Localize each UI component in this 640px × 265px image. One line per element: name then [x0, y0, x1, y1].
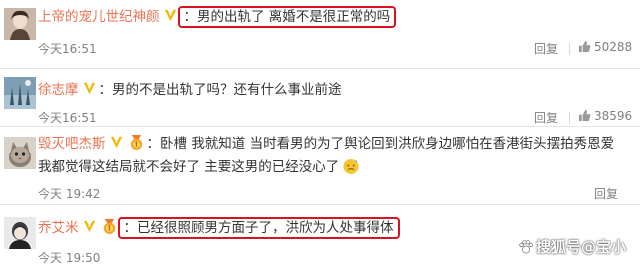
like-button[interactable]: 50288: [578, 40, 632, 54]
username-link[interactable]: 毁灭吧杰斯: [38, 136, 106, 152]
sweat-emoji-icon: [343, 159, 359, 174]
comment-1: 上帝的宠儿世纪神颜 ：男的出轨了 离婚不是很正常的吗 今天16:51 回复 502…: [0, 0, 640, 68]
divider: [569, 43, 570, 55]
member-medal-icon: [130, 134, 142, 151]
avatar[interactable]: [4, 217, 36, 249]
watermark: 搜狐号@宝小: [518, 236, 626, 257]
verified-v-icon: [110, 136, 122, 149]
comment-body: 上帝的宠儿世纪神颜 ：男的出轨了 离婚不是很正常的吗: [38, 6, 397, 28]
reply-button[interactable]: 回复: [534, 109, 558, 126]
verified-v-icon: [83, 82, 95, 95]
verified-v-icon: [83, 220, 95, 233]
comment-timestamp: 今天16:51: [38, 111, 97, 125]
comment-body: 徐志摩 ：男的不是出轨了吗？还有什么事业前途: [38, 82, 342, 98]
comment-text-line-1: 卧槽 我就知道 当时看男的为了舆论回到洪欣身边哪怕在香港街头摆拍秀恩爱: [160, 136, 615, 152]
member-medal-icon: [103, 218, 115, 235]
comment-text-line-2: 我都觉得这结局就不会好了 主要这男的已经没心了: [38, 159, 340, 175]
reply-button[interactable]: 回复: [594, 185, 618, 202]
comment-body-continued: 我都觉得这结局就不会好了 主要这男的已经没心了: [38, 156, 360, 178]
reply-button[interactable]: 回复: [534, 40, 558, 57]
user-avatar-icon: [4, 77, 36, 109]
comment-text: 男的不是出轨了吗？还有什么事业前途: [112, 82, 342, 98]
thumbs-up-icon: [578, 109, 591, 122]
paw-logo-icon: [519, 240, 533, 254]
user-avatar-icon: [4, 217, 36, 249]
comment-timestamp: 今天16:51: [38, 42, 97, 56]
like-count: 38596: [594, 109, 633, 123]
comment-timestamp: 今天 19:42: [38, 187, 101, 201]
username-link[interactable]: 上帝的宠儿世纪神颜: [38, 9, 160, 25]
comment-2: 徐志摩 ：男的不是出轨了吗？还有什么事业前途 今天16:51 回复 38596: [0, 69, 640, 126]
username-link[interactable]: 徐志摩: [38, 82, 79, 98]
like-count: 50288: [594, 40, 633, 54]
comment-body: 乔艾米 ：已经很照顾男方面子了，洪欣为人处事得体: [38, 217, 400, 239]
highlighted-comment-text: ：已经很照顾男方面子了，洪欣为人处事得体: [117, 217, 400, 239]
user-avatar-icon: [4, 8, 36, 40]
thumbs-up-icon: [578, 40, 591, 53]
username-link[interactable]: 乔艾米: [38, 220, 79, 236]
verified-v-icon: [164, 9, 176, 22]
highlighted-comment-text: ：男的出轨了 离婚不是很正常的吗: [177, 6, 397, 28]
comment-3: 毁灭吧杰斯 ：卧槽 我就知道 当时看男的为了舆论回到洪欣身边哪怕在香港街头摆拍秀恩…: [0, 127, 640, 204]
avatar[interactable]: [4, 137, 36, 169]
comment-timestamp: 今天 19:50: [38, 251, 101, 265]
avatar[interactable]: [4, 8, 36, 40]
user-avatar-icon: [4, 137, 36, 169]
avatar[interactable]: [4, 77, 36, 109]
like-button[interactable]: 38596: [578, 109, 632, 123]
comment-body: 毁灭吧杰斯 ：卧槽 我就知道 当时看男的为了舆论回到洪欣身边哪怕在香港街头摆拍秀恩…: [38, 134, 615, 152]
divider: [569, 112, 570, 124]
